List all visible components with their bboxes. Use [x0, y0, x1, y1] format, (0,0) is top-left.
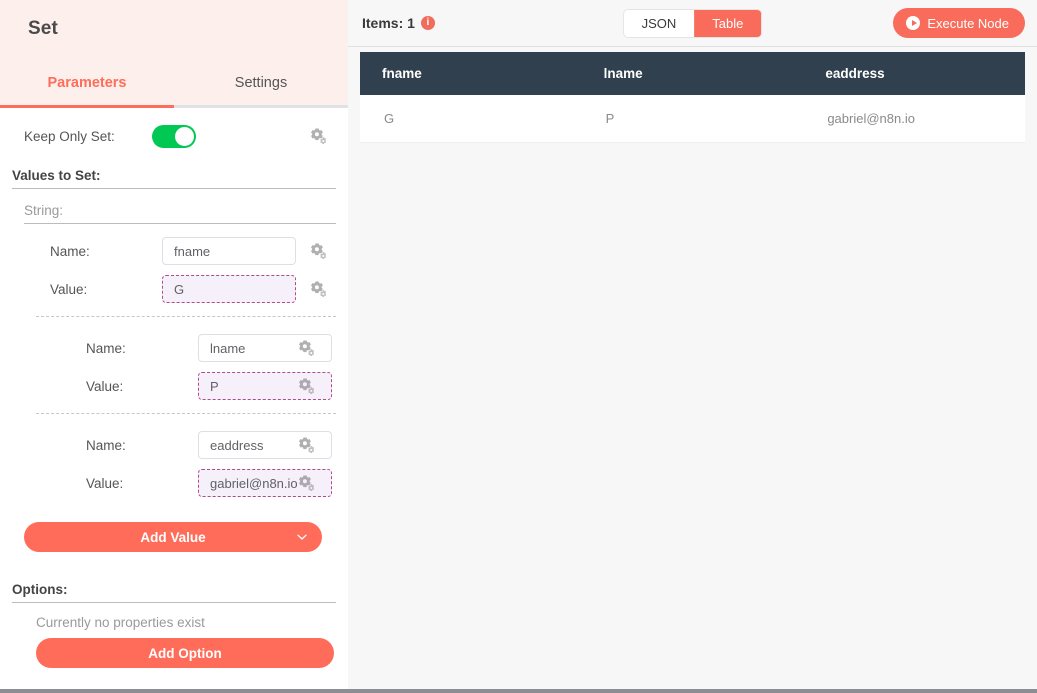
gear-icon[interactable]	[296, 377, 314, 395]
items-count: Items: 1 i	[362, 15, 435, 31]
table-cell: gabriel@n8n.io	[803, 95, 1025, 143]
table-cell: P	[582, 95, 804, 143]
panel-body: Keep Only Set: Values to Set: String: Na…	[0, 108, 348, 668]
value-entry: Name: Value:	[36, 413, 336, 506]
keep-only-set-label: Keep Only Set:	[24, 129, 152, 144]
value-entry: Name: Value:	[36, 316, 336, 409]
value-label: Value:	[86, 379, 198, 394]
value-row: Value:	[36, 367, 336, 405]
view-mode-json[interactable]: JSON	[624, 10, 695, 37]
node-settings-panel: Set Parameters Settings Keep Only Set:	[0, 0, 348, 693]
execute-node-button[interactable]: Execute Node	[893, 8, 1025, 38]
gear-icon[interactable]	[308, 280, 326, 298]
name-label: Name:	[86, 438, 198, 453]
table-row: G P gabriel@n8n.io	[360, 95, 1025, 143]
output-header: Items: 1 i JSON Table Execute Node	[348, 0, 1037, 47]
name-row: Name:	[36, 426, 336, 464]
name-label: Name:	[50, 244, 162, 259]
name-row: Name:	[0, 232, 348, 270]
name-label: Name:	[86, 341, 198, 356]
string-heading: String:	[24, 201, 336, 224]
chevron-down-icon	[296, 531, 308, 543]
output-panel: Items: 1 i JSON Table Execute Node fname…	[348, 0, 1037, 693]
node-title: Set	[0, 0, 348, 40]
gear-icon[interactable]	[296, 339, 314, 357]
value-input[interactable]	[162, 275, 296, 303]
value-entry: Name: Value:	[0, 224, 348, 312]
value-label: Value:	[86, 476, 198, 491]
keep-only-set-toggle[interactable]	[152, 125, 196, 148]
panel-header: Set Parameters Settings	[0, 0, 348, 108]
execute-node-label: Execute Node	[927, 16, 1009, 31]
no-properties-text: Currently no properties exist	[36, 615, 348, 630]
options-heading: Options:	[12, 578, 336, 603]
bottom-bar	[0, 689, 1037, 693]
value-row: Value:	[36, 464, 336, 502]
table-column-header: fname	[360, 52, 582, 95]
play-icon	[906, 16, 920, 30]
app-root: Set Parameters Settings Keep Only Set:	[0, 0, 1037, 693]
value-row: Value:	[0, 270, 348, 308]
name-input[interactable]	[162, 237, 296, 265]
items-count-label: Items: 1	[362, 15, 415, 31]
view-mode-table[interactable]: Table	[694, 10, 761, 37]
values-to-set-heading: Values to Set:	[12, 164, 336, 189]
keep-only-set-row: Keep Only Set:	[0, 108, 348, 164]
table-head: fname lname eaddress	[360, 52, 1025, 95]
add-value-button[interactable]: Add Value	[24, 522, 322, 552]
output-table: fname lname eaddress G P gabriel@n8n.io	[360, 52, 1025, 143]
gear-icon[interactable]	[296, 474, 314, 492]
table-cell: G	[360, 95, 582, 143]
output-table-wrap: fname lname eaddress G P gabriel@n8n.io	[360, 47, 1025, 143]
panel-tabs: Parameters Settings	[0, 62, 348, 108]
info-icon[interactable]: i	[421, 16, 435, 30]
gear-icon[interactable]	[308, 127, 326, 145]
tab-settings[interactable]: Settings	[174, 62, 348, 108]
table-body: G P gabriel@n8n.io	[360, 95, 1025, 143]
name-row: Name:	[36, 329, 336, 367]
table-column-header: lname	[582, 52, 804, 95]
view-mode-switch: JSON Table	[624, 10, 762, 37]
gear-icon[interactable]	[308, 242, 326, 260]
table-header-row: fname lname eaddress	[360, 52, 1025, 95]
tab-parameters[interactable]: Parameters	[0, 62, 174, 108]
toggle-knob	[175, 127, 194, 146]
add-option-button[interactable]: Add Option	[36, 638, 334, 668]
value-label: Value:	[50, 282, 162, 297]
table-column-header: eaddress	[803, 52, 1025, 95]
gear-icon[interactable]	[296, 436, 314, 454]
add-value-label: Add Value	[140, 530, 205, 545]
